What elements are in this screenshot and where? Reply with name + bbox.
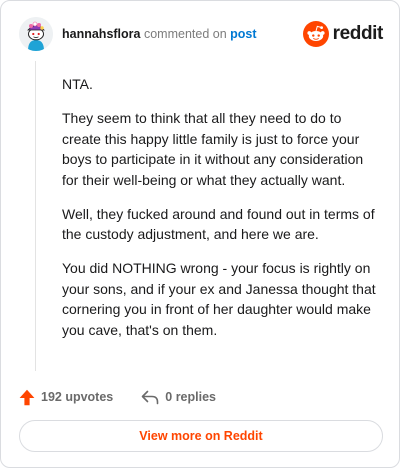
comment-embed-card: hannahsflora commented on post reddit NT…: [0, 0, 400, 468]
comment-meta: hannahsflora commented on post: [62, 27, 257, 41]
snoo-avatar-icon: [19, 17, 53, 51]
post-link[interactable]: post: [230, 27, 256, 41]
action-text: commented on: [143, 27, 227, 41]
view-more-button[interactable]: View more on Reddit: [19, 420, 383, 452]
thread-line: [35, 61, 36, 371]
upvote-count: 192 upvotes: [41, 390, 114, 404]
username-link[interactable]: hannahsflora: [62, 27, 141, 41]
comment-actions: 192 upvotes 0 replies: [19, 386, 383, 408]
reply-count: 0 replies: [165, 390, 216, 404]
comment-header: hannahsflora commented on post reddit: [19, 15, 383, 55]
comment-paragraph: Well, they fucked around and found out i…: [62, 205, 375, 243]
comment-paragraph: You did NOTHING wrong - your focus is ri…: [62, 260, 376, 338]
comment-body: NTA. They seem to think that all they ne…: [62, 74, 382, 354]
upvote-arrow-icon: [19, 389, 35, 405]
reply-button[interactable]: 0 replies: [141, 390, 216, 405]
upvote-button[interactable]: 192 upvotes: [19, 389, 113, 406]
avatar[interactable]: [19, 17, 53, 51]
comment-paragraph: NTA.: [62, 76, 93, 92]
comment-paragraph: They seem to think that all they need to…: [62, 110, 364, 188]
reddit-logo-icon: [302, 21, 329, 47]
reddit-brand[interactable]: reddit: [302, 20, 384, 48]
reply-arrow-icon: [141, 390, 159, 404]
reddit-wordmark: reddit: [332, 23, 384, 44]
